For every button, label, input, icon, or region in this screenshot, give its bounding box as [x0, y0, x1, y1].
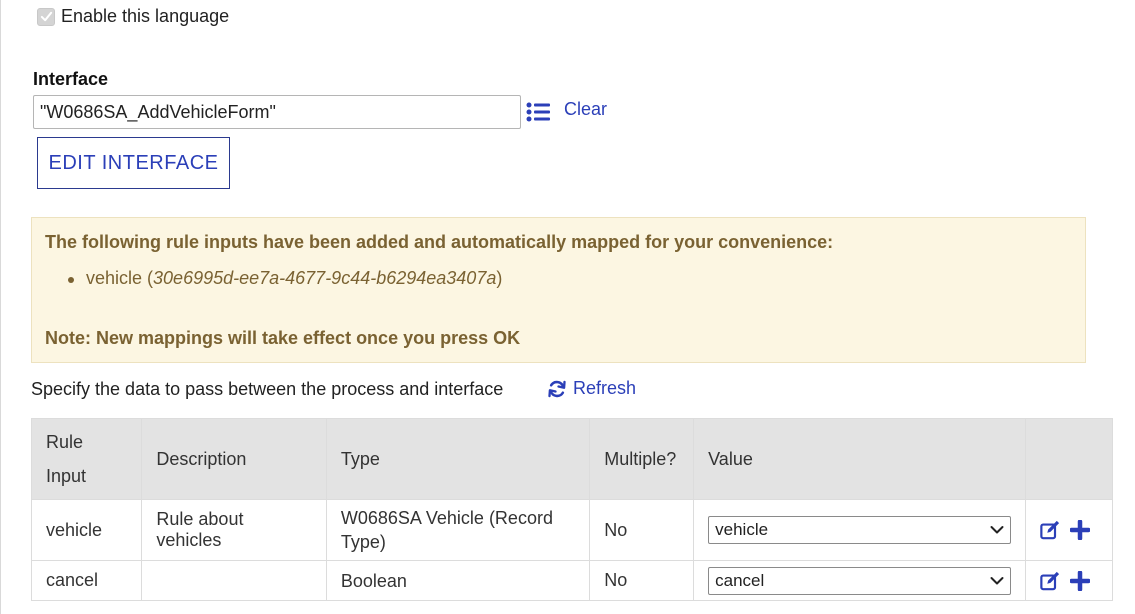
enable-language-row[interactable]: Enable this language — [37, 6, 229, 27]
cell-value: cancel — [693, 560, 1027, 601]
notice-item-close: ) — [496, 268, 503, 288]
table-row: vehicle Rule about vehicles W0686SA Vehi… — [30, 499, 1113, 561]
cell-actions — [1025, 499, 1113, 561]
col-header-description: Description — [141, 418, 327, 500]
notice-item-id: 30e6995d-ee7a-4677-9c44-b6294ea3407a — [153, 268, 497, 288]
col-header-rule-input: Rule Input — [30, 418, 143, 500]
edit-icon[interactable] — [1040, 520, 1060, 540]
cell-type: Boolean — [325, 560, 591, 601]
enable-language-label: Enable this language — [61, 6, 230, 26]
chevron-down-icon — [990, 526, 1004, 534]
cell-rule-input: cancel — [30, 560, 143, 601]
check-icon — [40, 11, 52, 22]
clear-link[interactable]: Clear — [564, 99, 607, 120]
cell-actions — [1025, 560, 1113, 601]
cell-description — [141, 560, 327, 601]
notice-list-item: vehicle (30e6995d-ee7a-4677-9c44-b6294ea… — [67, 268, 503, 289]
cell-multiple: No — [589, 499, 695, 561]
table-header-row: Rule Input Description Type Multiple? Val… — [30, 418, 1113, 500]
value-select[interactable]: cancel — [708, 566, 1012, 595]
edit-interface-button[interactable]: EDIT INTERFACE — [37, 137, 230, 189]
enable-language-checkbox[interactable] — [37, 7, 55, 26]
value-select[interactable]: vehicle — [708, 516, 1012, 544]
rule-input-table: Rule Input Description Type Multiple? Val… — [30, 418, 1113, 601]
cell-type: W0686SA Vehicle (Record Type) — [325, 499, 591, 561]
page-left-border — [0, 0, 1, 614]
refresh-button[interactable]: Refresh — [547, 378, 636, 399]
value-select-text: cancel — [715, 570, 765, 590]
plus-icon[interactable] — [1070, 520, 1091, 540]
col-header-type: Type — [325, 418, 591, 500]
notice-heading: The following rule inputs have been adde… — [45, 232, 834, 252]
notice-item-name: vehicle ( — [86, 268, 154, 288]
auto-mapped-notice: The following rule inputs have been adde… — [31, 217, 1086, 363]
col-header-actions — [1025, 418, 1113, 500]
col-header-value: Value — [693, 418, 1027, 500]
cell-value: vehicle — [693, 499, 1027, 561]
col-header-multiple: Multiple? — [589, 418, 695, 500]
list-icon[interactable] — [526, 101, 550, 123]
interface-label: Interface — [33, 69, 109, 89]
table-row: cancel Boolean No cancel — [30, 560, 1113, 601]
refresh-label: Refresh — [573, 378, 637, 398]
interface-input[interactable] — [33, 95, 521, 129]
edit-icon[interactable] — [1040, 571, 1060, 591]
cell-description: Rule about vehicles — [141, 499, 327, 561]
mapping-instruction: Specify the data to pass between the pro… — [31, 379, 504, 399]
cell-multiple: No — [589, 560, 695, 601]
cell-rule-input: vehicle — [30, 499, 143, 561]
notice-note: Note: New mappings will take effect once… — [45, 328, 521, 348]
chevron-down-icon — [990, 576, 1004, 584]
plus-icon[interactable] — [1070, 570, 1091, 591]
refresh-icon — [548, 380, 566, 397]
value-select-text: vehicle — [715, 520, 769, 539]
